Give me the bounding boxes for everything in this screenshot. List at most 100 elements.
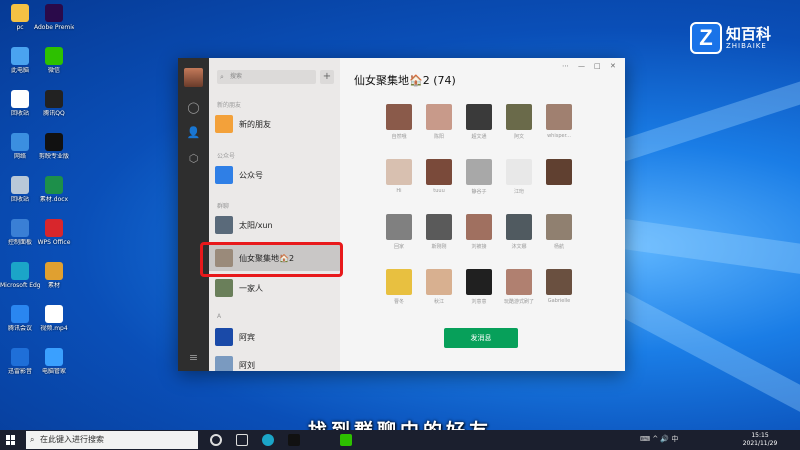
member-item[interactable]: 回家 <box>384 214 414 250</box>
highlight-box <box>200 242 343 277</box>
pc-icon <box>11 4 29 22</box>
clock[interactable]: 15:15 2021/11/29 <box>732 432 788 448</box>
member-avatar <box>386 159 412 185</box>
contact-official[interactable]: 公众号 <box>209 162 340 188</box>
qq-icon <box>45 90 63 108</box>
contacts-icon[interactable]: 👤 <box>186 125 201 140</box>
member-avatar <box>426 269 452 295</box>
member-name: Gabrielle <box>547 298 571 304</box>
computer-icon <box>11 47 29 65</box>
contact-avatar <box>215 279 233 297</box>
wechat-taskbar-icon[interactable] <box>340 434 352 446</box>
member-name: 回家 <box>393 244 404 250</box>
member-item[interactable]: whisper... <box>544 104 574 139</box>
desktop-icon[interactable]: 腾讯QQ <box>34 90 74 117</box>
contact-group-family[interactable]: 一家人 <box>209 275 340 301</box>
desktop-icon[interactable]: WPS Office <box>34 219 74 246</box>
member-item[interactable]: 自然哦 <box>384 104 414 140</box>
doc-icon <box>45 305 63 323</box>
contact-name: 新的朋友 <box>239 120 271 129</box>
control-panel-icon <box>11 219 29 237</box>
member-avatar <box>426 214 452 240</box>
member-avatar <box>506 269 532 295</box>
contact-name: 阿宾 <box>239 333 255 342</box>
player-icon <box>11 348 29 366</box>
member-avatar <box>546 104 572 130</box>
member-item[interactable]: tuuu <box>424 159 454 194</box>
desktop-icon-label: WPS Office <box>37 239 71 246</box>
member-name: 江珩 <box>513 189 524 195</box>
desktop-icon[interactable]: 素材 <box>34 262 74 289</box>
add-button[interactable]: + <box>320 70 334 84</box>
chat-icon[interactable]: ◯ <box>186 100 201 115</box>
member-avatar <box>466 269 492 295</box>
contact-name: 公众号 <box>239 171 263 180</box>
member-name: 杨航 <box>553 244 564 250</box>
favorites-icon[interactable]: ⬡ <box>186 151 201 166</box>
search-icon: ⌕ <box>30 435 35 444</box>
close-button[interactable]: ✕ <box>610 62 616 70</box>
contact-group-taiyang[interactable]: 太阳/xun <box>209 212 340 238</box>
member-name: 沐文娜 <box>511 244 527 250</box>
desktop-icon[interactable]: 素材.docx <box>34 176 74 203</box>
member-name: 曹冬 <box>393 299 404 305</box>
cortana-icon[interactable] <box>210 434 222 446</box>
desktop-icon-label: 剪映专业版 <box>38 153 69 160</box>
member-name: 秋江 <box>433 299 444 305</box>
contact-name: 太阳/xun <box>239 221 273 230</box>
member-item[interactable]: 刘意意 <box>464 269 494 305</box>
contact-new-friends[interactable]: 新的朋友 <box>209 111 340 137</box>
member-item[interactable]: 杨航 <box>544 214 574 250</box>
task-view-icon[interactable] <box>236 434 248 446</box>
desktop-icon[interactable]: 电脑管家 <box>34 348 74 375</box>
desktop-icon-label: 腾讯QQ <box>43 110 65 117</box>
edge-icon <box>11 262 29 280</box>
member-item[interactable]: Gabrielle <box>544 269 574 304</box>
member-item[interactable]: 玩酷游式刷了 <box>504 269 534 305</box>
send-message-button[interactable]: 发消息 <box>444 328 518 348</box>
network-icon <box>11 133 29 151</box>
start-button[interactable] <box>6 435 16 445</box>
member-item[interactable]: 刘被接 <box>464 214 494 250</box>
desktop-icon[interactable]: Adobe Premiere... <box>34 4 74 31</box>
member-item[interactable]: 静谷子 <box>464 159 494 195</box>
light-beam <box>594 281 800 425</box>
edge-icon[interactable] <box>262 434 274 446</box>
member-avatar <box>466 159 492 185</box>
contact-abin[interactable]: 阿宾 <box>209 324 340 350</box>
member-name: 静谷子 <box>471 189 487 195</box>
member-item[interactable]: 江珩 <box>504 159 534 195</box>
avatar[interactable] <box>184 68 203 87</box>
desktop-icon[interactable]: 视频.mp4 <box>34 305 74 332</box>
search-icon: ⌕ <box>220 73 224 81</box>
member-item[interactable]: 秋江 <box>424 269 454 305</box>
member-item[interactable]: 超文通 <box>464 104 494 140</box>
taskbar-search[interactable]: ⌕ 在此键入进行搜索 <box>26 431 198 449</box>
member-item[interactable]: 沐文娜 <box>504 214 534 250</box>
search-input[interactable]: ⌕ 搜索 <box>217 70 316 84</box>
maximize-button[interactable]: □ <box>594 62 601 70</box>
menu-icon[interactable]: ≡ <box>186 350 201 365</box>
wps-icon <box>45 219 63 237</box>
section-groups: 群聊 <box>217 203 230 210</box>
member-item[interactable]: Hi <box>384 159 414 194</box>
desktop-icon-label: 视频.mp4 <box>40 325 68 332</box>
member-avatar <box>546 159 572 185</box>
desktop-icon[interactable]: 微信 <box>34 47 74 74</box>
system-tray[interactable]: ⌨ ^ 🔊 中 <box>640 434 678 444</box>
member-avatar <box>506 159 532 185</box>
member-avatar <box>506 214 532 240</box>
minimize-button[interactable]: — <box>578 62 585 70</box>
desktop-icon[interactable]: 剪映专业版 <box>34 133 74 160</box>
member-item[interactable]: 曹冬 <box>384 269 414 305</box>
doc-icon <box>11 90 29 108</box>
member-item[interactable]: 斯刚刚 <box>424 214 454 250</box>
capcut-icon[interactable] <box>288 434 300 446</box>
member-avatar <box>466 214 492 240</box>
member-item[interactable]: 阿文 <box>504 104 534 140</box>
contact-aliu[interactable]: 阿刘 <box>209 352 340 371</box>
more-icon[interactable]: ⋯ <box>562 62 569 70</box>
member-item[interactable] <box>544 159 574 188</box>
member-item[interactable]: 陈阳 <box>424 104 454 140</box>
member-avatar <box>546 214 572 240</box>
